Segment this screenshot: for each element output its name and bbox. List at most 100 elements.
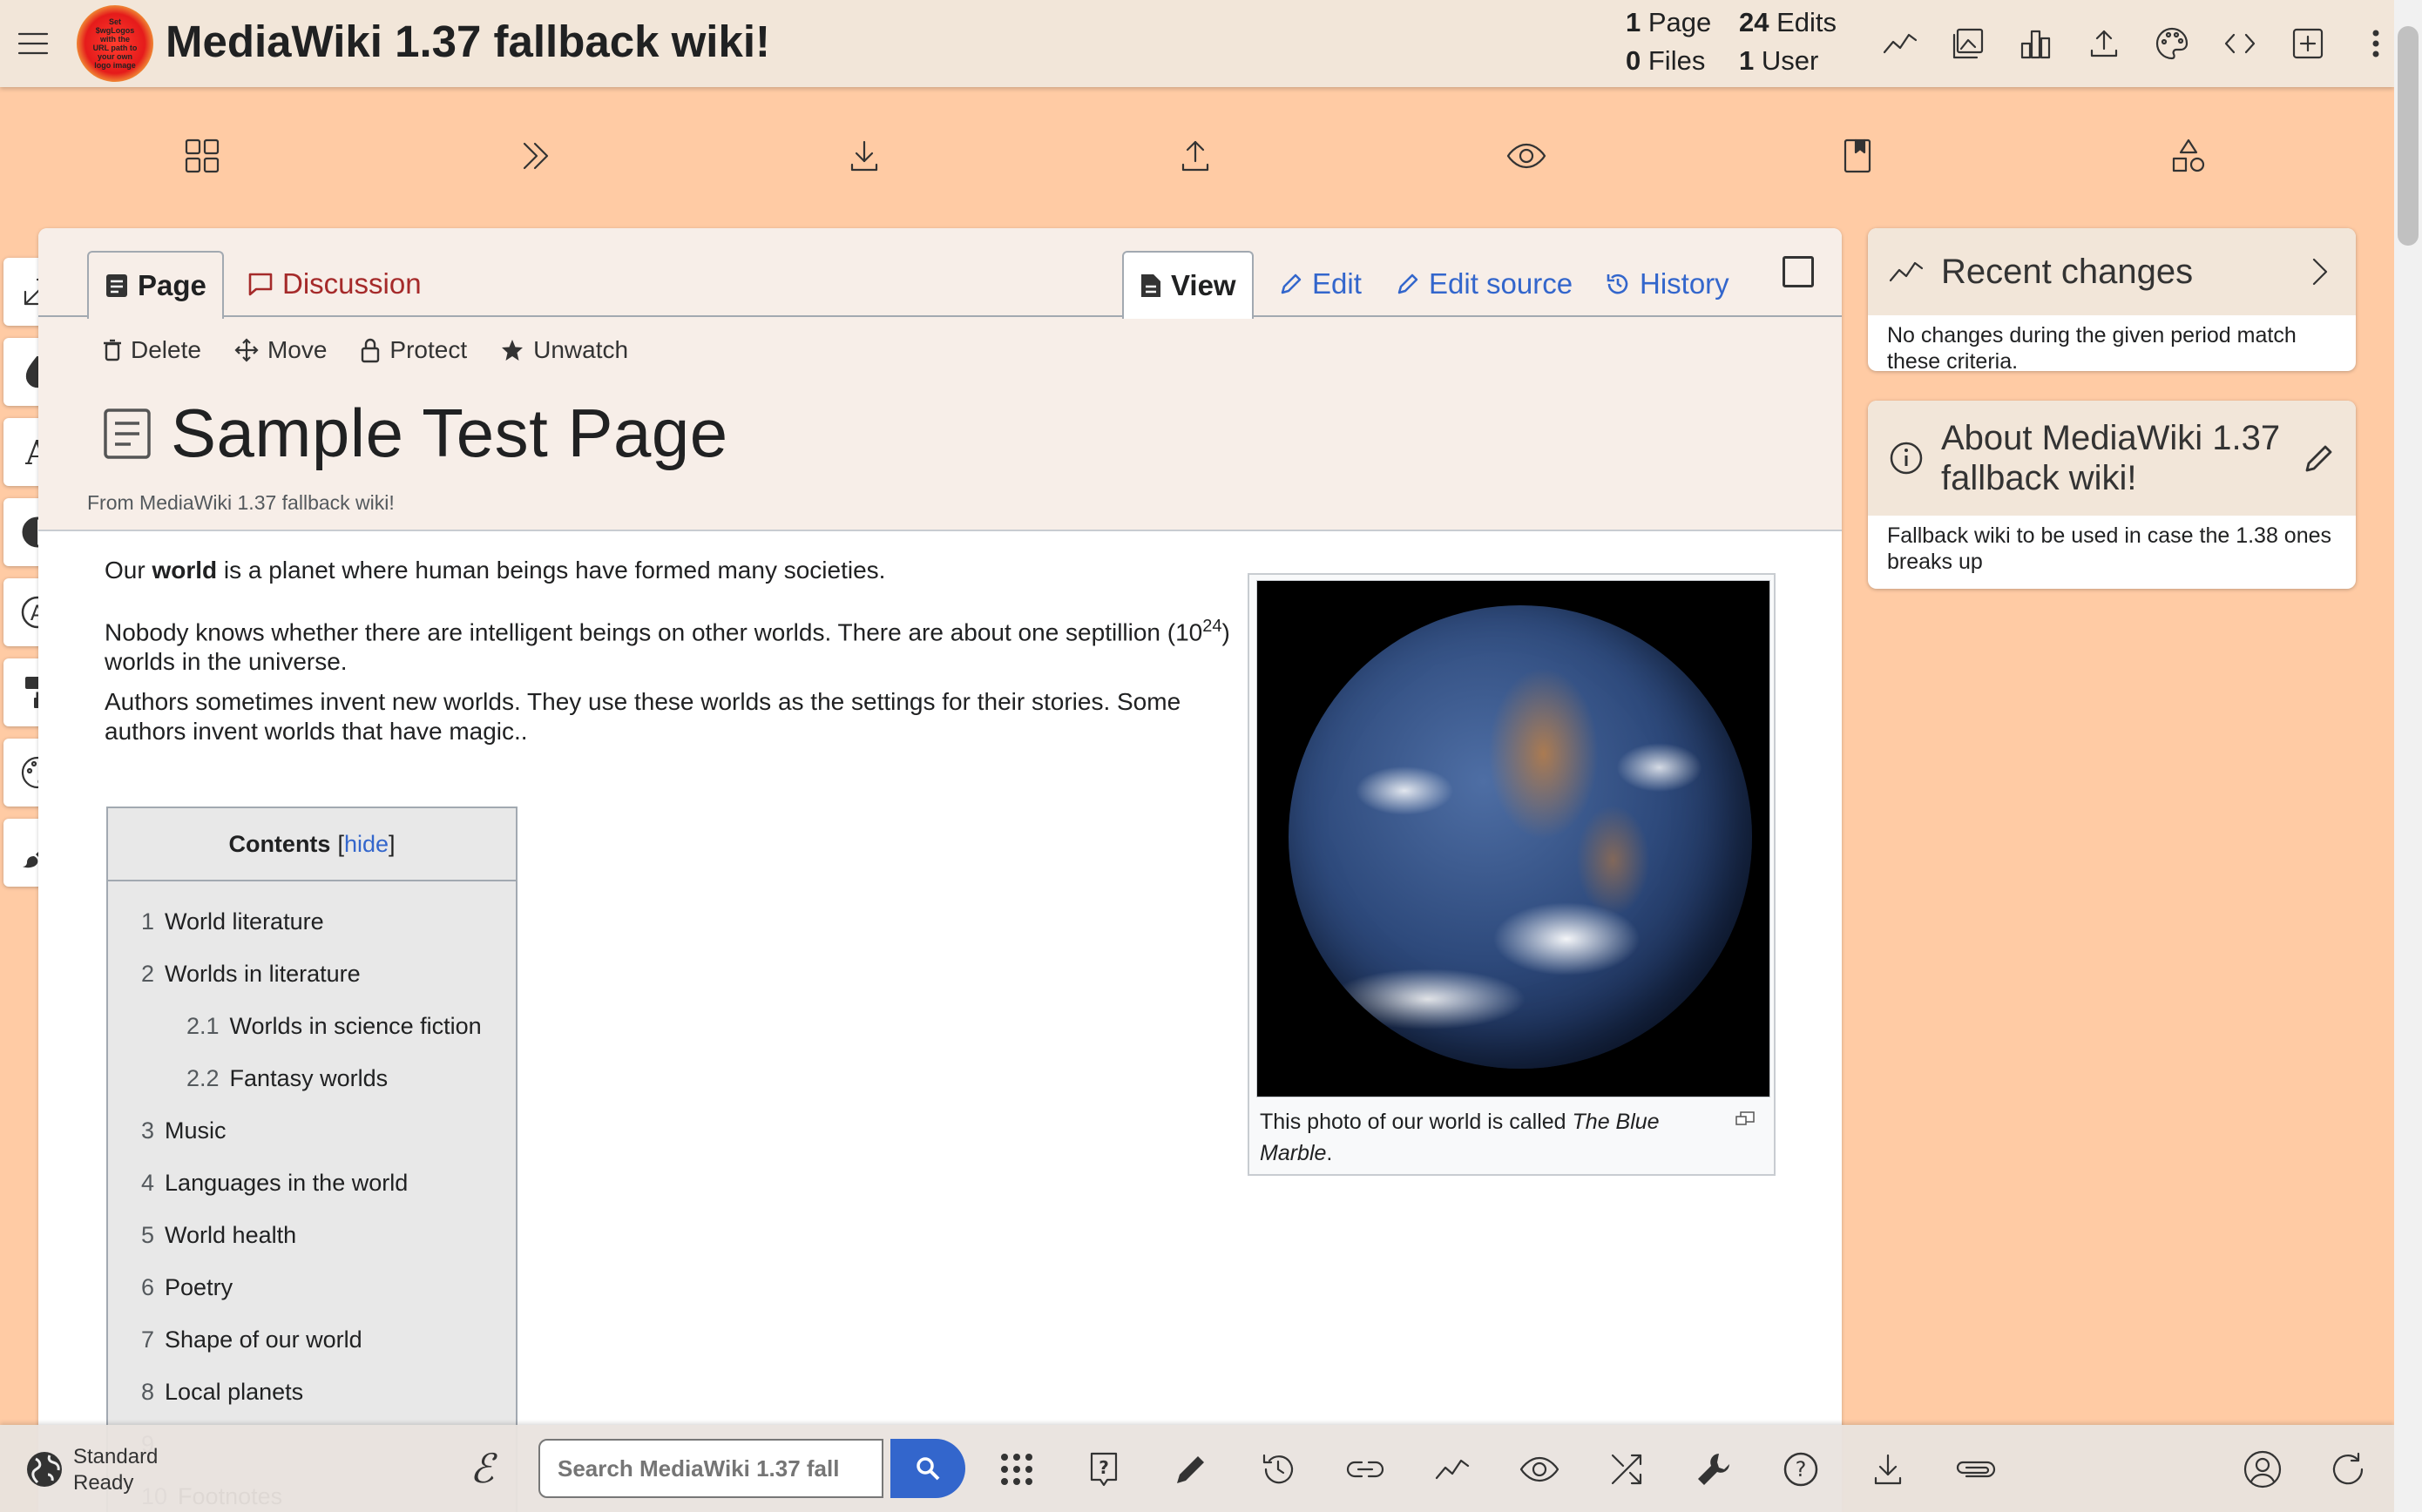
svg-text:ℰ: ℰ bbox=[470, 1446, 497, 1492]
page-icon bbox=[106, 274, 127, 297]
toc-item[interactable]: 8 Local planets bbox=[108, 1366, 516, 1418]
star-icon bbox=[502, 340, 524, 361]
images-icon[interactable] bbox=[1934, 21, 2002, 66]
upload-icon[interactable] bbox=[2070, 21, 2138, 66]
article-body: Our world is a planet where human beings… bbox=[105, 556, 1237, 757]
about-header: About MediaWiki 1.37 fallback wiki! bbox=[1868, 401, 2356, 516]
delete-action[interactable]: Delete bbox=[103, 336, 201, 364]
paragraph-2: Nobody knows whether there are intellige… bbox=[105, 617, 1230, 676]
edit-source-pencil-icon bbox=[1397, 273, 1418, 294]
move-icon bbox=[234, 338, 259, 362]
history-icon[interactable] bbox=[1255, 1446, 1302, 1493]
bookmark-icon[interactable] bbox=[1836, 134, 1879, 178]
tab-page[interactable]: Page bbox=[87, 251, 224, 319]
toc-header: Contents [hide] bbox=[108, 808, 516, 881]
help-circle-icon[interactable]: ? bbox=[1777, 1446, 1824, 1493]
apps-icon[interactable] bbox=[180, 134, 224, 178]
globe-icon[interactable] bbox=[21, 1446, 68, 1493]
protect-action[interactable]: Protect bbox=[360, 336, 467, 364]
bold-world: world bbox=[152, 557, 218, 584]
toc-item[interactable]: 3 Music bbox=[108, 1104, 516, 1157]
about-card: About MediaWiki 1.37 fallback wiki! Fall… bbox=[1868, 401, 2356, 589]
search-icon bbox=[917, 1457, 940, 1481]
paragraph-3: Authors sometimes invent new worlds. The… bbox=[105, 688, 1181, 746]
recent-changes-body: No changes during the given period match… bbox=[1887, 323, 2297, 371]
paperclip-icon[interactable] bbox=[1952, 1446, 1999, 1493]
edit-pencil-icon[interactable] bbox=[2302, 441, 2337, 476]
paragraph-1: Our world is a planet where human beings… bbox=[105, 557, 886, 584]
move-action[interactable]: Move bbox=[234, 336, 327, 364]
history-icon bbox=[1607, 273, 1628, 294]
toc-item[interactable]: 2 Worlds in literature bbox=[108, 948, 516, 1000]
edit-pencil-icon bbox=[1281, 273, 1302, 294]
forward-icon[interactable] bbox=[513, 134, 557, 178]
search-input[interactable] bbox=[538, 1439, 883, 1498]
bar-chart-icon[interactable] bbox=[2002, 21, 2070, 66]
search-button[interactable] bbox=[890, 1439, 965, 1498]
site-title[interactable]: MediaWiki 1.37 fallback wiki! bbox=[166, 16, 770, 67]
refresh-icon[interactable] bbox=[2324, 1446, 2371, 1493]
toc-item[interactable]: 4 Languages in the world bbox=[108, 1157, 516, 1209]
discussion-icon bbox=[248, 273, 273, 296]
toc-item[interactable]: 2.2 Fantasy worlds bbox=[108, 1052, 516, 1104]
scrollbar-thumb[interactable] bbox=[2398, 26, 2419, 246]
trash-icon bbox=[104, 339, 121, 361]
hamburger-menu-icon[interactable] bbox=[14, 24, 52, 63]
tab-history[interactable]: History bbox=[1589, 251, 1745, 317]
earth-image[interactable] bbox=[1256, 580, 1770, 1097]
view-page-icon bbox=[1141, 274, 1160, 297]
help-page-icon[interactable]: ? bbox=[1080, 1446, 1127, 1493]
account-icon[interactable] bbox=[2239, 1446, 2286, 1493]
vertical-scrollbar[interactable] bbox=[2394, 0, 2422, 1512]
watch-eye-icon[interactable] bbox=[1505, 134, 1548, 178]
stat-edits[interactable]: 24 Edits bbox=[1739, 7, 1837, 38]
add-page-icon[interactable] bbox=[2274, 21, 2342, 66]
code-icon[interactable] bbox=[2206, 21, 2274, 66]
unwatch-action[interactable]: Unwatch bbox=[500, 336, 628, 364]
table-of-contents: Contents [hide] 1 World literature 2 Worlds… bbox=[106, 807, 518, 1512]
toc-item[interactable]: 1 World literature bbox=[108, 895, 516, 948]
shapes-icon[interactable] bbox=[2167, 134, 2210, 178]
enlarge-icon[interactable] bbox=[1735, 1111, 1755, 1125]
palette-icon[interactable] bbox=[2138, 21, 2206, 66]
recent-changes-card: Recent changes No changes during the giv… bbox=[1868, 228, 2356, 371]
toc-item[interactable]: 6 Poetry bbox=[108, 1261, 516, 1313]
tab-discussion[interactable]: Discussion bbox=[232, 251, 437, 317]
toc-hide-link[interactable]: hide bbox=[344, 831, 389, 857]
download-icon[interactable] bbox=[842, 134, 886, 178]
script-e-icon[interactable]: ℰ bbox=[458, 1446, 505, 1493]
edit-pencil-icon[interactable] bbox=[1167, 1446, 1214, 1493]
toc-list: 1 World literature 2 Worlds in literature 2.… bbox=[108, 881, 516, 1512]
bottom-toolbar: Standard Ready ℰ ? ? bbox=[0, 1425, 2394, 1512]
site-logo[interactable]: Set $wgLogos with the URL path to your o… bbox=[77, 5, 153, 82]
status-indicator: Standard Ready bbox=[73, 1445, 159, 1495]
svg-text:?: ? bbox=[1099, 1457, 1109, 1478]
stat-users[interactable]: 1 User bbox=[1739, 45, 1818, 77]
toc-item[interactable]: 2.1 Worlds in science fiction bbox=[108, 1000, 516, 1052]
fullscreen-toggle-icon[interactable] bbox=[1783, 256, 1814, 287]
thumbnail-figure: This photo of our world is called The Bl… bbox=[1248, 573, 1776, 1176]
chevron-right-icon[interactable] bbox=[2302, 253, 2337, 291]
stat-pages[interactable]: 1 Page bbox=[1626, 7, 1711, 38]
svg-text:?: ? bbox=[1796, 1457, 1807, 1482]
trend-icon[interactable] bbox=[1429, 1446, 1476, 1493]
recent-changes-header[interactable]: Recent changes bbox=[1868, 228, 2356, 315]
link-icon[interactable] bbox=[1342, 1446, 1389, 1493]
wrench-icon[interactable] bbox=[1690, 1446, 1737, 1493]
page-title-row: Sample Test Page bbox=[103, 394, 728, 473]
toc-item[interactable]: 7 Shape of our world bbox=[108, 1313, 516, 1366]
shuffle-icon[interactable] bbox=[1603, 1446, 1650, 1493]
upload-icon[interactable] bbox=[1174, 134, 1217, 178]
download-icon[interactable] bbox=[1864, 1446, 1911, 1493]
tab-edit-source[interactable]: Edit source bbox=[1380, 251, 1588, 317]
info-icon bbox=[1890, 442, 1923, 475]
trend-icon[interactable] bbox=[1866, 21, 1934, 66]
tab-view[interactable]: View bbox=[1122, 251, 1254, 319]
eye-icon[interactable] bbox=[1516, 1446, 1563, 1493]
grid-icon[interactable] bbox=[993, 1446, 1040, 1493]
toc-item[interactable]: 5 World health bbox=[108, 1209, 516, 1261]
tab-edit[interactable]: Edit bbox=[1263, 251, 1377, 317]
stat-files[interactable]: 0 Files bbox=[1626, 45, 1705, 77]
lock-icon bbox=[362, 338, 380, 363]
about-body: Fallback wiki to be used in case the 1.3… bbox=[1887, 523, 2332, 574]
